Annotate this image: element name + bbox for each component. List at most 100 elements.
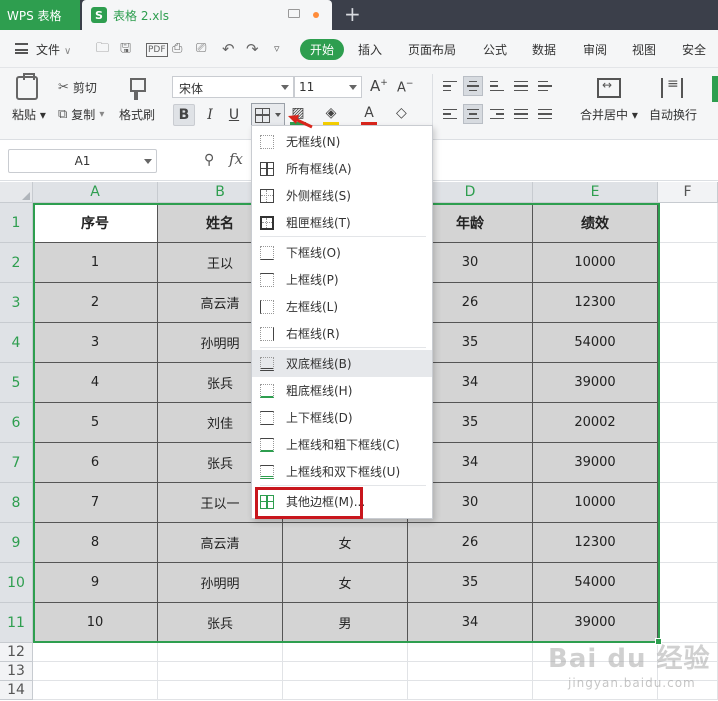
row-header-11[interactable]: 11 — [0, 603, 33, 643]
menu-item-double-bottom-border[interactable]: 双底框线(B) — [252, 350, 432, 377]
align-center-button[interactable] — [463, 104, 483, 124]
app-tab-wps[interactable]: WPS 表格 — [0, 0, 80, 30]
format-painter-button[interactable]: 格式刷 — [119, 106, 155, 123]
empty-cell[interactable] — [658, 323, 718, 363]
bold-button[interactable]: B — [173, 104, 195, 126]
align-left-button[interactable] — [440, 104, 460, 124]
redo-icon[interactable]: ↷ — [246, 41, 259, 57]
font-grow-icon[interactable]: A+ — [370, 77, 388, 95]
table-cell[interactable]: 1 — [33, 243, 158, 283]
table-cell[interactable]: 20002 — [533, 403, 658, 443]
distributed-button[interactable] — [535, 104, 555, 124]
menu-tab-security[interactable]: 安全 — [682, 41, 706, 58]
empty-cell[interactable] — [283, 662, 408, 681]
menu-item-bottom-border[interactable]: 下框线(O) — [252, 239, 432, 266]
print-icon[interactable]: ⎙ — [172, 41, 182, 57]
empty-cell[interactable] — [33, 643, 158, 662]
row-header-3[interactable]: 3 — [0, 283, 33, 323]
merge-center-button[interactable]: 合并居中 ▾ — [580, 106, 638, 123]
italic-button[interactable]: I — [199, 104, 221, 126]
undo-icon[interactable]: ↶ — [222, 41, 235, 57]
row-header-8[interactable]: 8 — [0, 483, 33, 523]
menu-item-top-border[interactable]: 上框线(P) — [252, 266, 432, 293]
font-size-select[interactable]: 11 — [294, 76, 362, 98]
row-header-6[interactable]: 6 — [0, 403, 33, 443]
align-bottom-button[interactable] — [487, 76, 507, 96]
header-cell[interactable]: 序号 — [33, 203, 158, 243]
table-cell[interactable]: 2 — [33, 283, 158, 323]
quick-access-dropdown-icon[interactable]: ▿ — [274, 41, 280, 57]
table-cell[interactable]: 54000 — [533, 563, 658, 603]
row-header-13[interactable]: 13 — [0, 662, 33, 681]
menu-item-right-border[interactable]: 右框线(R) — [252, 320, 432, 347]
wrap-text-button[interactable]: 自动换行 — [649, 106, 697, 123]
menu-tab-start[interactable]: 开始 — [300, 39, 344, 60]
menu-item-all-borders[interactable]: 所有框线(A) — [252, 155, 432, 182]
font-name-select[interactable]: 宋体 — [172, 76, 294, 98]
empty-cell[interactable] — [658, 363, 718, 403]
menu-tab-insert[interactable]: 插入 — [358, 41, 382, 58]
fill-color-button[interactable]: ◈ — [323, 105, 339, 127]
save-icon[interactable]: 🖫 — [120, 41, 131, 57]
empty-cell[interactable] — [658, 523, 718, 563]
align-right-button[interactable] — [487, 104, 507, 124]
empty-cell[interactable] — [658, 643, 718, 662]
row-header-2[interactable]: 2 — [0, 243, 33, 283]
empty-cell[interactable] — [33, 662, 158, 681]
table-cell[interactable]: 39000 — [533, 603, 658, 643]
menu-item-thick-bottom-border[interactable]: 粗底框线(H) — [252, 377, 432, 404]
menu-item-more-borders[interactable]: 其他边框(M)... — [252, 488, 432, 515]
table-cell[interactable]: 39000 — [533, 363, 658, 403]
column-header-f[interactable]: F — [658, 182, 718, 203]
font-color-button[interactable]: A — [361, 105, 377, 127]
empty-cell[interactable] — [283, 681, 408, 700]
align-middle-button[interactable] — [463, 76, 483, 96]
border-button[interactable] — [251, 103, 285, 127]
copy-button[interactable]: ⧉ 复制 ▾ — [58, 106, 104, 123]
indent-button[interactable] — [535, 76, 555, 96]
empty-cell[interactable] — [658, 681, 718, 700]
table-cell[interactable]: 孙明明 — [158, 563, 283, 603]
pdf-export-icon[interactable]: PDF — [146, 43, 168, 57]
table-cell[interactable]: 26 — [408, 523, 533, 563]
menu-item-top-thick-bottom-border[interactable]: 上框线和粗下框线(C) — [252, 431, 432, 458]
table-cell[interactable]: 34 — [408, 603, 533, 643]
ribbon-overflow-icon[interactable] — [712, 76, 718, 102]
zoom-search-icon[interactable]: ⚲ — [204, 152, 214, 168]
menu-item-thick-box-border[interactable]: 粗匣框线(T) — [252, 209, 432, 236]
table-cell[interactable]: 12300 — [533, 523, 658, 563]
table-cell[interactable]: 张兵 — [158, 603, 283, 643]
empty-cell[interactable] — [33, 681, 158, 700]
table-cell[interactable]: 9 — [33, 563, 158, 603]
font-shrink-icon[interactable]: A− — [397, 79, 413, 95]
menu-tab-data[interactable]: 数据 — [532, 41, 556, 58]
empty-cell[interactable] — [408, 662, 533, 681]
menu-item-top-bottom-border[interactable]: 上下框线(D) — [252, 404, 432, 431]
fill-handle[interactable] — [655, 638, 662, 645]
table-cell[interactable]: 女 — [283, 563, 408, 603]
menu-file[interactable]: 文件 ∨ — [36, 41, 71, 58]
table-cell[interactable]: 男 — [283, 603, 408, 643]
wrap-text-icon[interactable] — [661, 76, 683, 98]
table-cell[interactable]: 39000 — [533, 443, 658, 483]
new-tab-button[interactable]: + — [344, 3, 361, 25]
empty-cell[interactable] — [533, 662, 658, 681]
empty-cell[interactable] — [658, 603, 718, 643]
menu-tab-page-layout[interactable]: 页面布局 — [408, 41, 456, 58]
menu-item-left-border[interactable]: 左框线(L) — [252, 293, 432, 320]
table-cell[interactable]: 35 — [408, 563, 533, 603]
table-cell[interactable]: 5 — [33, 403, 158, 443]
cell-style-button[interactable]: ▨ — [290, 105, 306, 127]
menu-item-outside-borders[interactable]: 外侧框线(S) — [252, 182, 432, 209]
table-cell[interactable]: 10000 — [533, 483, 658, 523]
justify-button[interactable] — [511, 104, 531, 124]
table-cell[interactable]: 高云清 — [158, 523, 283, 563]
empty-cell[interactable] — [283, 643, 408, 662]
empty-cell[interactable] — [533, 681, 658, 700]
clear-button[interactable]: ◇ — [396, 105, 407, 127]
row-header-9[interactable]: 9 — [0, 523, 33, 563]
menu-item-top-double-bottom-border[interactable]: 上框线和双下框线(U) — [252, 458, 432, 485]
align-top-button[interactable] — [440, 76, 460, 96]
empty-cell[interactable] — [158, 662, 283, 681]
table-cell[interactable]: 54000 — [533, 323, 658, 363]
